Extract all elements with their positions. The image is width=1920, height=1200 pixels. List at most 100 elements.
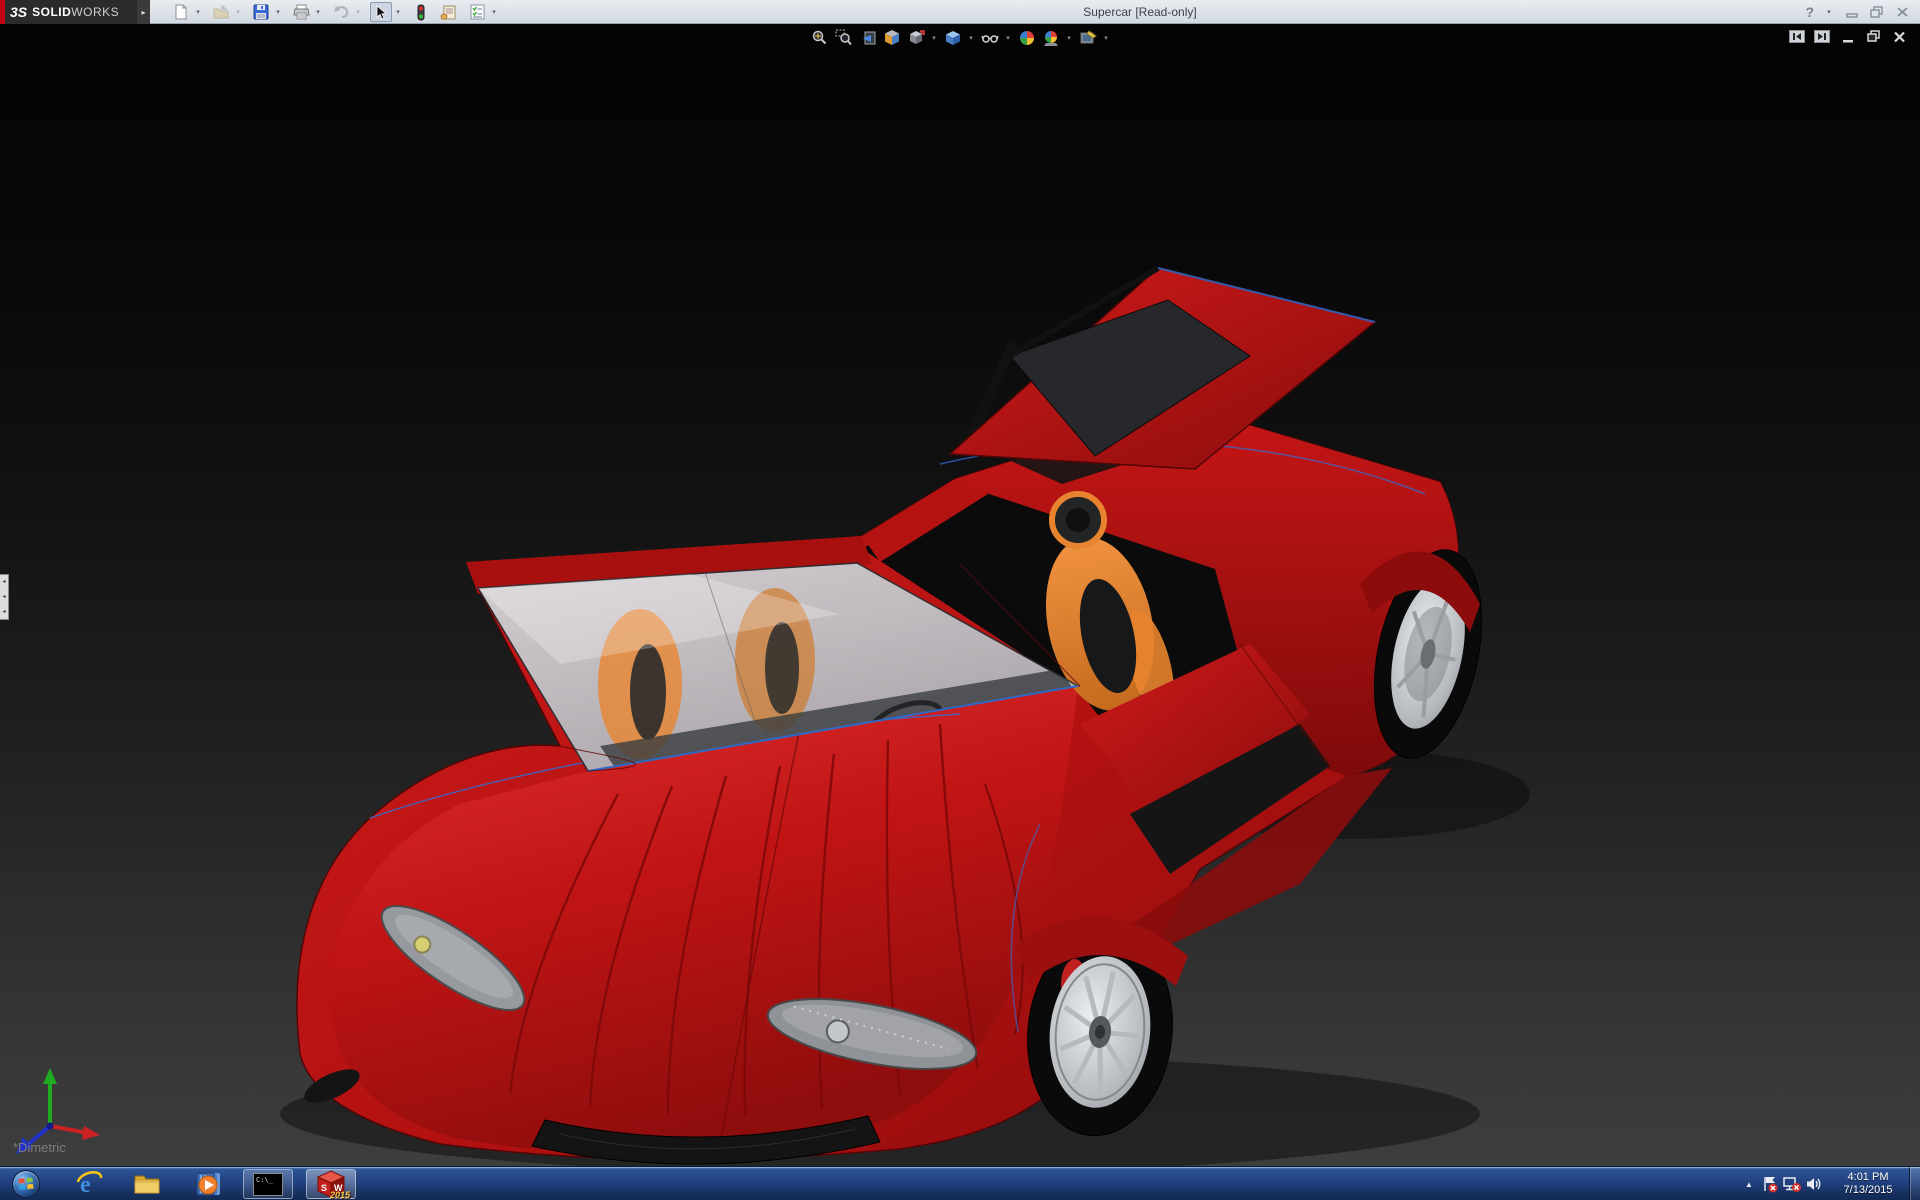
doc-minimize-button[interactable] — [1839, 29, 1856, 44]
file-properties-button[interactable] — [438, 2, 460, 22]
doc-close-icon — [1894, 31, 1905, 42]
hide-show-items-button[interactable] — [979, 28, 1000, 49]
expand-right-pane-button[interactable] — [1814, 30, 1830, 43]
new-dropdown-arrow[interactable]: ▾ — [192, 2, 204, 22]
collapse-arrow-icon: ◂ — [2, 579, 6, 586]
undo-button[interactable] — [330, 2, 352, 22]
view-settings-button[interactable] — [1077, 28, 1098, 49]
new-document-icon — [175, 4, 187, 20]
clock-time: 4:01 PM — [1847, 1171, 1889, 1183]
print-button[interactable] — [290, 2, 312, 22]
section-view-icon — [884, 30, 899, 45]
car-3d-model[interactable] — [0, 24, 1920, 1166]
folder-icon — [134, 1175, 160, 1194]
view-settings-dropdown[interactable]: ▾ — [1101, 28, 1111, 49]
previous-view-icon — [862, 31, 875, 45]
minimize-icon — [1846, 13, 1858, 18]
zoom-to-area-icon — [835, 29, 852, 46]
clock-date: 7/13/2015 — [1843, 1184, 1893, 1196]
windows-logo-icon — [18, 1177, 34, 1191]
select-tool-button[interactable] — [370, 2, 392, 22]
save-button[interactable] — [250, 2, 272, 22]
zoom-to-fit-button[interactable] — [809, 28, 830, 49]
menu-flyout-arrow[interactable]: ▸ — [137, 0, 150, 24]
action-center-flag-icon — [1764, 1177, 1778, 1193]
pane-left-arrow-icon — [1793, 33, 1801, 40]
doc-close-button[interactable] — [1891, 29, 1908, 44]
media-player-icon — [196, 1172, 220, 1196]
new-document-button[interactable] — [170, 2, 192, 22]
start-button[interactable] — [12, 1170, 40, 1198]
heads-up-view-toolbar: ▾ ▾ ▾ ▾ ▾ — [809, 27, 1111, 49]
windows-taskbar: e C:\_ S W 2015 ▲ 4:01 PM 7/13/2015 — [0, 1166, 1920, 1200]
display-style-button[interactable] — [942, 28, 963, 49]
app-window-controls: ? ▾ — [1805, 0, 1910, 24]
apply-scene-dropdown[interactable]: ▾ — [1064, 28, 1074, 49]
save-dropdown-arrow[interactable]: ▾ — [272, 2, 284, 22]
options-button[interactable] — [466, 2, 488, 22]
edit-appearance-button[interactable] — [1016, 28, 1037, 49]
file-explorer-button[interactable] — [132, 1170, 162, 1198]
zoom-to-area-button[interactable] — [833, 28, 854, 49]
view-orientation-icon — [909, 30, 925, 44]
open-door[interactable] — [948, 265, 1377, 470]
rebuild-button[interactable] — [410, 2, 432, 22]
taskbar-clock[interactable]: 4:01 PM 7/13/2015 — [1833, 1171, 1903, 1197]
app-restore-button[interactable] — [1869, 4, 1885, 20]
display-style-icon — [945, 31, 960, 45]
previous-view-button[interactable] — [857, 28, 878, 49]
graphics-viewport[interactable]: ▾ ▾ ▾ ▾ ▾ ◂ ◂ ◂ *Dimetric — [0, 24, 1920, 1166]
pane-right-arrow-icon — [1818, 33, 1826, 40]
doc-restore-button[interactable] — [1865, 29, 1882, 44]
undo-arrow-icon — [334, 6, 349, 19]
display-style-dropdown[interactable]: ▾ — [966, 28, 976, 49]
standard-toolbar: ▾ ▾ ▾ ▾ ▾ ▾ ▾ — [170, 0, 500, 24]
app-close-button[interactable] — [1894, 4, 1910, 20]
3ds-logo-icon: 3S — [10, 4, 28, 20]
save-floppy-icon — [253, 4, 269, 20]
solidworks-logo: 3S SOLID WORKS — [0, 0, 137, 24]
printer-icon — [292, 4, 310, 20]
network-status-button[interactable] — [1781, 1172, 1803, 1196]
options-dropdown-arrow[interactable]: ▾ — [488, 2, 500, 22]
apply-scene-button[interactable] — [1040, 28, 1061, 49]
network-disconnected-icon — [1783, 1177, 1801, 1192]
document-window-controls — [1789, 29, 1908, 44]
edit-appearance-icon — [1019, 31, 1034, 45]
zoom-to-fit-icon — [812, 30, 826, 45]
internet-explorer-icon: e — [76, 1170, 103, 1198]
show-desktop-button[interactable] — [1909, 1167, 1920, 1200]
collapse-left-pane-button[interactable] — [1789, 30, 1805, 43]
volume-button[interactable] — [1803, 1172, 1825, 1196]
view-orientation-label: *Dimetric — [13, 1140, 66, 1155]
view-orientation-dropdown[interactable]: ▾ — [929, 28, 939, 49]
select-dropdown-arrow[interactable]: ▾ — [392, 2, 404, 22]
feature-manager-collapsed-tab[interactable]: ◂ ◂ ◂ — [0, 574, 9, 620]
internet-explorer-button[interactable]: e — [74, 1170, 104, 1198]
command-prompt-button[interactable]: C:\_ — [243, 1169, 293, 1199]
help-icon[interactable]: ? — [1805, 4, 1814, 20]
system-tray: ▲ 4:01 PM 7/13/2015 — [1739, 1167, 1920, 1200]
action-center-button[interactable] — [1759, 1172, 1781, 1196]
help-dropdown-arrow[interactable]: ▾ — [1823, 2, 1835, 22]
view-orientation-button[interactable] — [905, 28, 926, 49]
section-view-button[interactable] — [881, 28, 902, 49]
rebuild-traffic-light-icon — [417, 4, 425, 20]
close-icon — [1896, 7, 1908, 17]
doc-restore-icon — [1866, 30, 1880, 42]
tray-expand-button[interactable]: ▲ — [1739, 1180, 1759, 1189]
open-document-button[interactable] — [210, 2, 232, 22]
app-minimize-button[interactable] — [1844, 4, 1860, 20]
undo-dropdown-arrow[interactable]: ▾ — [352, 2, 364, 22]
open-dropdown-arrow[interactable]: ▾ — [232, 2, 244, 22]
solidworks-taskbar-button[interactable]: S W 2015 — [306, 1169, 356, 1200]
print-dropdown-arrow[interactable]: ▾ — [312, 2, 324, 22]
command-prompt-icon: C:\_ — [253, 1172, 283, 1196]
open-folder-icon — [213, 4, 228, 18]
file-properties-icon — [440, 5, 456, 20]
doc-minimize-icon — [1842, 39, 1853, 42]
media-player-button[interactable] — [194, 1170, 224, 1198]
hide-show-items-dropdown[interactable]: ▾ — [1003, 28, 1013, 49]
brand-solid: SOLID — [32, 5, 72, 19]
collapse-arrow-icon: ◂ — [2, 593, 6, 600]
